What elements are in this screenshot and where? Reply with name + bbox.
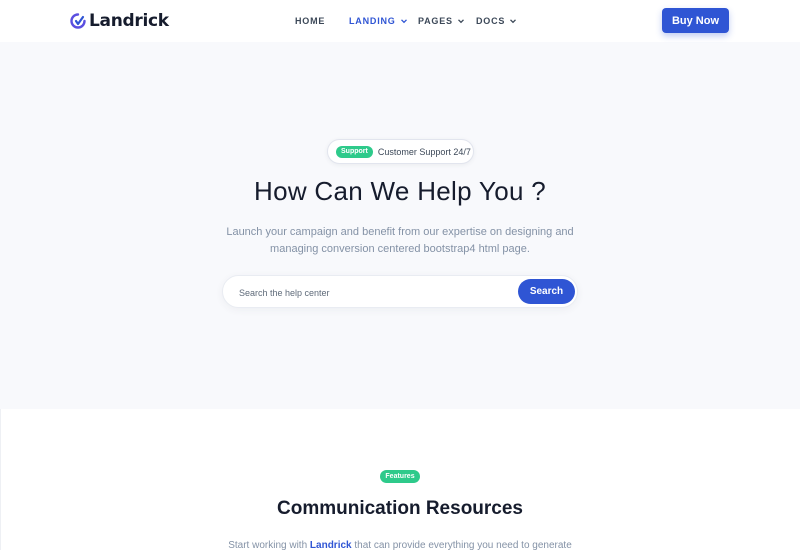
nav-item-label: LANDING — [349, 16, 396, 26]
features-title: Communication Resources — [277, 498, 523, 519]
brand-name: Landrick — [89, 11, 169, 31]
features-badge: Features — [380, 470, 420, 483]
features-description: Start working with Landrick that can pro… — [0, 540, 800, 550]
nav-item-label: PAGES — [418, 16, 453, 26]
logo[interactable]: Landrick — [70, 10, 169, 32]
nav-item-docs[interactable]: DOCS — [476, 15, 517, 27]
hero-description: Launch your campaign and benefit from ou… — [226, 226, 574, 255]
chevron-down-icon — [457, 19, 464, 24]
features-desc-suffix: that can provide everything you need to … — [354, 540, 572, 550]
top-navbar: Landrick HOME LANDING PAGES DOCS Buy Now — [0, 0, 800, 42]
nav-item-label: HOME — [295, 16, 326, 26]
nav-item-pages[interactable]: PAGES — [418, 15, 465, 27]
chevron-down-icon — [400, 19, 407, 24]
landrick-logo-icon — [70, 13, 86, 29]
section-divider — [0, 409, 1, 550]
features-desc-brand-link[interactable]: Landrick — [310, 540, 352, 550]
search-button[interactable]: Search — [518, 279, 575, 304]
search-input[interactable] — [239, 284, 519, 301]
nav-item-home[interactable]: HOME — [295, 15, 325, 27]
hero-title: How Can We Help You ? — [254, 176, 546, 206]
support-text: Customer Support 24/7 — [377, 146, 471, 157]
nav-item-label: DOCS — [476, 16, 506, 26]
nav-item-landing[interactable]: LANDING — [349, 15, 408, 27]
buy-now-button[interactable]: Buy Now — [662, 8, 729, 33]
chevron-down-icon — [510, 19, 517, 24]
support-pill: Support Customer Support 24/7 — [327, 139, 474, 164]
support-badge: Support — [336, 145, 373, 158]
help-search-form: Search — [222, 275, 578, 308]
features-desc-prefix: Start working with — [228, 540, 308, 550]
